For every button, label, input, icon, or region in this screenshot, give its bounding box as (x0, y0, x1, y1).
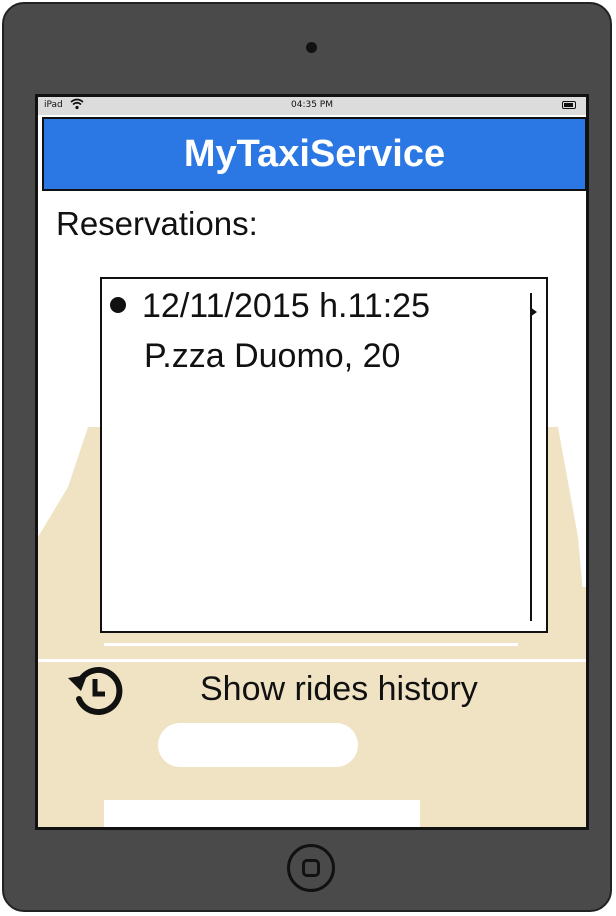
battery-icon (562, 101, 576, 109)
app-screen: iPad 04:35 PM MyTaxiService Reservations… (35, 94, 589, 830)
list-scrollbar[interactable] (530, 293, 537, 621)
show-rides-history-label: Show rides history (200, 669, 478, 708)
reservation-datetime: 12/11/2015 h.11:25 (142, 287, 431, 325)
reservations-list: 12/11/2015 h.11:25 P.zza Duomo, 20 (100, 277, 548, 633)
app-header: MyTaxiService (42, 117, 586, 191)
tablet-device-frame: iPad 04:35 PM MyTaxiService Reservations… (2, 2, 612, 912)
status-time: 04:35 PM (291, 100, 333, 110)
scroll-thumb[interactable] (530, 307, 537, 317)
bullet-icon (110, 297, 126, 314)
reservation-address: P.zza Duomo, 20 (144, 337, 401, 375)
status-bar: iPad 04:35 PM (38, 97, 586, 115)
reservations-label: Reservations: (56, 205, 258, 242)
history-icon (68, 667, 123, 715)
home-square-icon (302, 859, 320, 877)
show-rides-history-button[interactable]: Show rides history (62, 657, 542, 721)
reservation-item[interactable]: 12/11/2015 h.11:25 P.zza Duomo, 20 (110, 281, 430, 381)
app-title: MyTaxiService (183, 132, 446, 175)
camera-icon (306, 42, 317, 53)
home-button[interactable] (287, 844, 335, 892)
